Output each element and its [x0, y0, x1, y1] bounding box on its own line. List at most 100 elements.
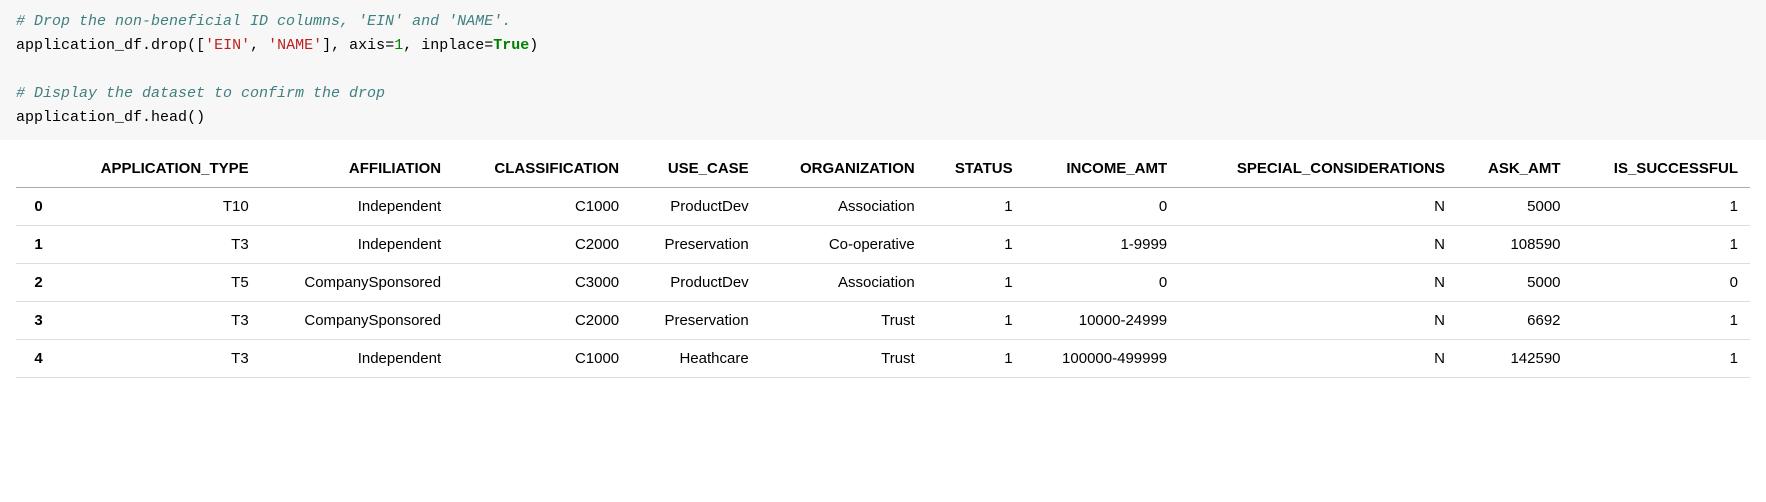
code-punct: , — [403, 37, 421, 54]
cell: Independent — [261, 188, 453, 226]
cell: 1-9999 — [1025, 226, 1180, 264]
cell: C1000 — [453, 340, 631, 378]
code-string: 'NAME' — [268, 37, 322, 54]
code-comment: # Display the dataset to confirm the dro… — [16, 85, 385, 102]
cell: T3 — [55, 302, 261, 340]
cell: CompanySponsored — [261, 302, 453, 340]
cell: Co-operative — [761, 226, 927, 264]
cell: ProductDev — [631, 264, 761, 302]
cell: T3 — [55, 340, 261, 378]
code-method: head — [151, 109, 187, 126]
cell: 5000 — [1457, 264, 1573, 302]
cell: T3 — [55, 226, 261, 264]
col-header: STATUS — [927, 150, 1025, 188]
cell: 1 — [1573, 302, 1750, 340]
code-cell: # Drop the non-beneficial ID columns, 'E… — [0, 0, 1766, 140]
cell: Trust — [761, 340, 927, 378]
row-index: 1 — [16, 226, 55, 264]
cell: Independent — [261, 226, 453, 264]
code-punct: , — [250, 37, 268, 54]
code-punct: = — [385, 37, 394, 54]
cell: 100000-499999 — [1025, 340, 1180, 378]
cell: 0 — [1573, 264, 1750, 302]
cell: N — [1179, 264, 1457, 302]
cell: T10 — [55, 188, 261, 226]
cell: 1 — [927, 264, 1025, 302]
code-punct: , — [331, 37, 349, 54]
cell: Preservation — [631, 226, 761, 264]
row-index: 3 — [16, 302, 55, 340]
cell: N — [1179, 188, 1457, 226]
row-index: 2 — [16, 264, 55, 302]
code-punct: . — [142, 109, 151, 126]
cell: Association — [761, 188, 927, 226]
table-row: 2 T5 CompanySponsored C3000 ProductDev A… — [16, 264, 1750, 302]
cell: Preservation — [631, 302, 761, 340]
code-paren: ) — [196, 109, 205, 126]
cell: 6692 — [1457, 302, 1573, 340]
cell: N — [1179, 302, 1457, 340]
cell: ProductDev — [631, 188, 761, 226]
code-paren: ( — [187, 109, 196, 126]
cell: Trust — [761, 302, 927, 340]
cell: C1000 — [453, 188, 631, 226]
code-bracket: ] — [322, 37, 331, 54]
cell: 0 — [1025, 188, 1180, 226]
cell: Independent — [261, 340, 453, 378]
cell: 1 — [927, 340, 1025, 378]
col-header: ASK_AMT — [1457, 150, 1573, 188]
col-header: USE_CASE — [631, 150, 761, 188]
cell: 0 — [1025, 264, 1180, 302]
code-method: drop — [151, 37, 187, 54]
cell: 1 — [927, 226, 1025, 264]
code-punct: = — [484, 37, 493, 54]
table-row: 4 T3 Independent C1000 Heathcare Trust 1… — [16, 340, 1750, 378]
table-header-row: APPLICATION_TYPE AFFILIATION CLASSIFICAT… — [16, 150, 1750, 188]
table-row: 3 T3 CompanySponsored C2000 Preservation… — [16, 302, 1750, 340]
code-kwarg: axis — [349, 37, 385, 54]
code-string: 'EIN' — [205, 37, 250, 54]
cell: C2000 — [453, 302, 631, 340]
col-header: SPECIAL_CONSIDERATIONS — [1179, 150, 1457, 188]
code-identifier: application_df — [16, 37, 142, 54]
cell: 1 — [927, 188, 1025, 226]
col-header: ORGANIZATION — [761, 150, 927, 188]
code-paren: ( — [187, 37, 196, 54]
cell: CompanySponsored — [261, 264, 453, 302]
table-row: 1 T3 Independent C2000 Preservation Co-o… — [16, 226, 1750, 264]
col-header: APPLICATION_TYPE — [55, 150, 261, 188]
col-header: INCOME_AMT — [1025, 150, 1180, 188]
code-identifier: application_df — [16, 109, 142, 126]
output-area: APPLICATION_TYPE AFFILIATION CLASSIFICAT… — [0, 140, 1766, 388]
index-corner — [16, 150, 55, 188]
cell: Association — [761, 264, 927, 302]
code-bool: True — [493, 37, 529, 54]
cell: 1 — [1573, 226, 1750, 264]
col-header: IS_SUCCESSFUL — [1573, 150, 1750, 188]
cell: N — [1179, 226, 1457, 264]
col-header: CLASSIFICATION — [453, 150, 631, 188]
code-punct: . — [142, 37, 151, 54]
code-number: 1 — [394, 37, 403, 54]
row-index: 0 — [16, 188, 55, 226]
cell: T5 — [55, 264, 261, 302]
code-bracket: [ — [196, 37, 205, 54]
row-index: 4 — [16, 340, 55, 378]
cell: 1 — [1573, 188, 1750, 226]
code-comment: # Drop the non-beneficial ID columns, 'E… — [16, 13, 511, 30]
code-kwarg: inplace — [421, 37, 484, 54]
dataframe-table: APPLICATION_TYPE AFFILIATION CLASSIFICAT… — [16, 150, 1750, 378]
cell: 5000 — [1457, 188, 1573, 226]
table-row: 0 T10 Independent C1000 ProductDev Assoc… — [16, 188, 1750, 226]
cell: 10000-24999 — [1025, 302, 1180, 340]
code-paren: ) — [529, 37, 538, 54]
cell: C3000 — [453, 264, 631, 302]
cell: 1 — [927, 302, 1025, 340]
cell: 1 — [1573, 340, 1750, 378]
cell: C2000 — [453, 226, 631, 264]
cell: Heathcare — [631, 340, 761, 378]
col-header: AFFILIATION — [261, 150, 453, 188]
cell: 108590 — [1457, 226, 1573, 264]
cell: N — [1179, 340, 1457, 378]
cell: 142590 — [1457, 340, 1573, 378]
